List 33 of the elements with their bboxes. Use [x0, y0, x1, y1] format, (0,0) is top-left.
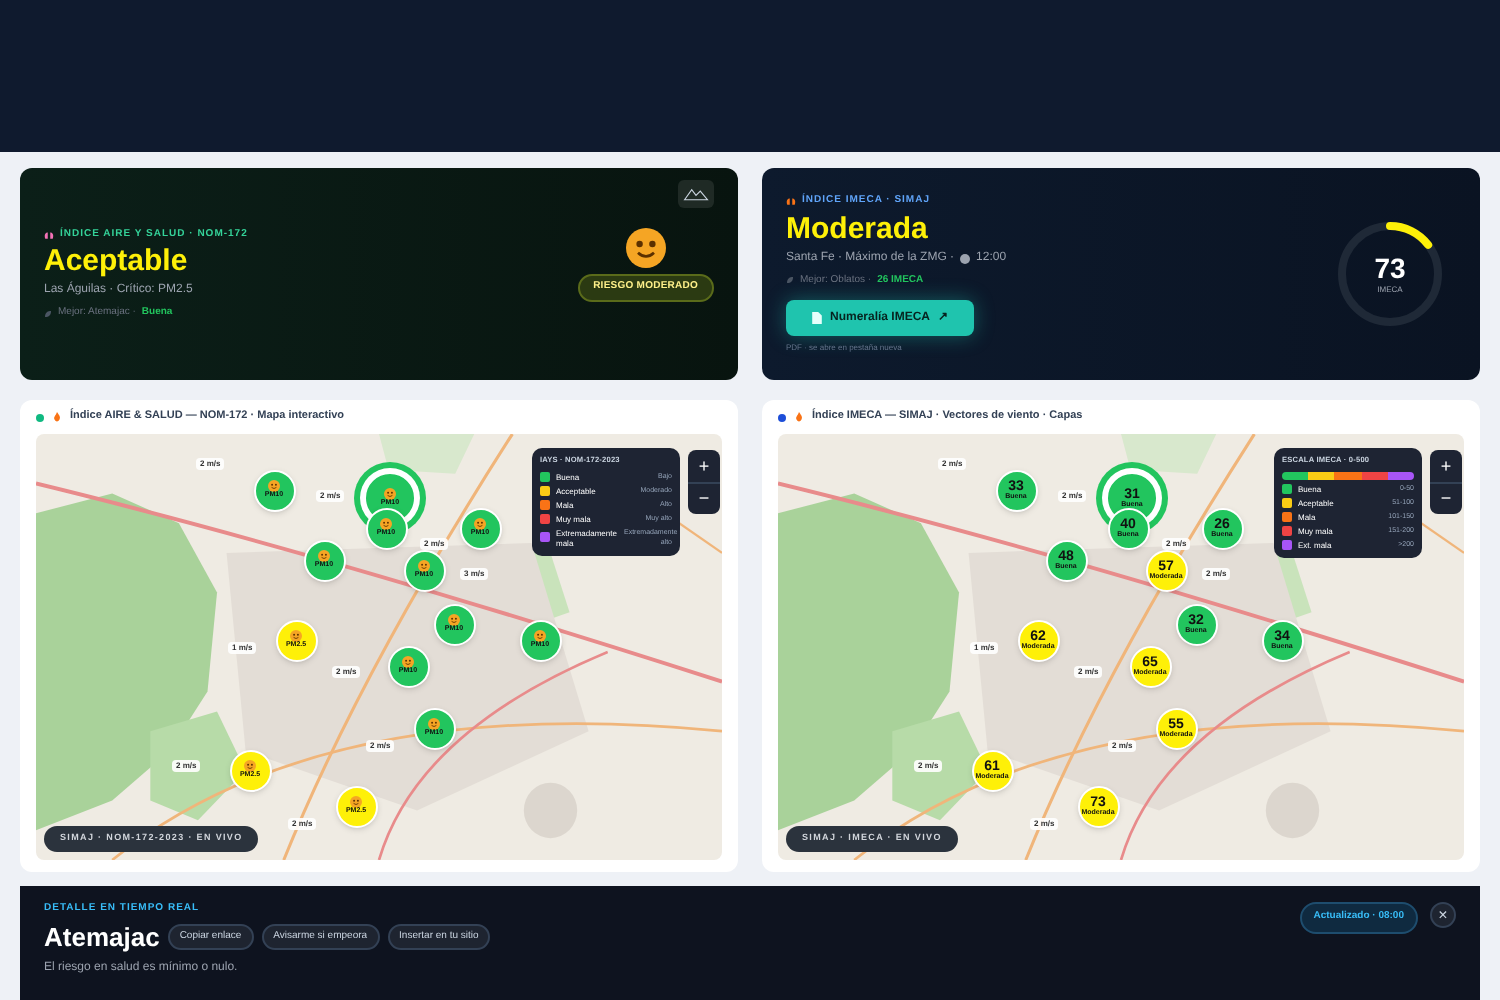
status-title: Moderada — [786, 209, 930, 249]
smiley-icon — [380, 518, 392, 531]
smiley-icon — [350, 796, 362, 809]
smiley-icon — [474, 518, 486, 531]
smiley-icon — [428, 718, 440, 731]
mountain-logo-icon — [678, 180, 714, 208]
zoom-out-button[interactable]: − — [688, 482, 720, 514]
leaf-icon — [44, 309, 52, 318]
smiley-icon — [268, 480, 280, 493]
gauge-value: 73 — [1374, 253, 1406, 281]
leaf-icon — [786, 276, 794, 285]
zoom-in-button[interactable]: + — [1430, 450, 1462, 482]
smiley-icon — [448, 614, 460, 627]
station-name: Atemajac — [44, 919, 160, 956]
smiley-icon — [384, 488, 396, 501]
zoom-in-button[interactable]: + — [688, 450, 720, 482]
lungs-icon — [44, 229, 54, 240]
zoom-out-button[interactable]: − — [1430, 482, 1462, 514]
flame-icon — [794, 412, 804, 422]
close-button[interactable]: × — [1430, 902, 1456, 928]
flame-icon — [52, 412, 62, 422]
status-title: Aceptable — [44, 242, 190, 281]
smiley-icon — [625, 228, 666, 268]
smiley-icon — [244, 760, 256, 773]
smiley-icon — [534, 630, 546, 643]
smiley-icon — [402, 656, 414, 669]
document-icon — [811, 312, 822, 324]
smiley-icon — [318, 550, 330, 563]
smiley-icon — [418, 560, 430, 573]
smiley-icon — [290, 630, 302, 643]
lungs-icon — [786, 196, 796, 207]
clock-icon — [960, 253, 971, 263]
scale-bar — [1282, 471, 1414, 480]
